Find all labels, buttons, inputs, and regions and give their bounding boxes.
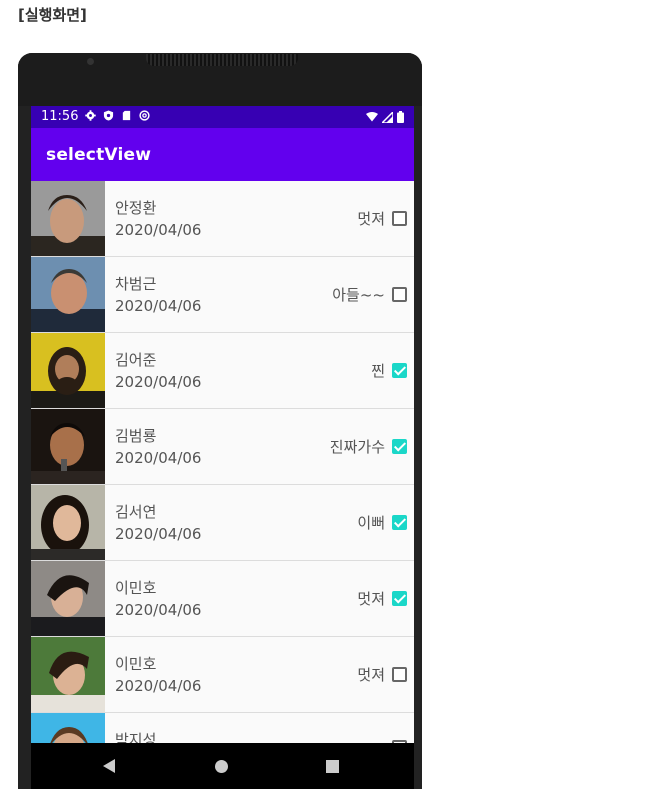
status-time: 11:56	[41, 109, 79, 124]
item-comment: 이뻐	[357, 514, 385, 532]
item-comment-group: 멋져	[357, 664, 407, 685]
item-date: 2020/04/06	[115, 297, 202, 315]
list-item[interactable]: 차범근 2020/04/06 아들~~	[31, 257, 414, 333]
item-comment-group: 멋져	[357, 588, 407, 609]
list-item[interactable]: 김어준 2020/04/06 찐	[31, 333, 414, 409]
profile-photo	[31, 257, 105, 332]
at-sign-icon	[139, 110, 150, 121]
item-list[interactable]: 안정환 2020/04/06 멋져 차범근 2020/04/06 아들~~ 김어…	[31, 181, 414, 789]
gear-icon	[85, 110, 96, 121]
sd-card-icon	[122, 110, 131, 121]
recents-icon[interactable]	[326, 760, 339, 773]
system-nav-bar	[31, 743, 414, 789]
list-item[interactable]: 안정환 2020/04/06 멋져	[31, 181, 414, 257]
page-caption: [실행화면]	[18, 6, 87, 24]
item-comment-group: 진짜가수	[330, 436, 407, 457]
item-comment-group: 찐	[371, 360, 407, 381]
status-system-icons	[366, 111, 404, 123]
profile-photo	[31, 181, 105, 256]
item-checkbox[interactable]	[392, 667, 407, 682]
item-checkbox[interactable]	[392, 439, 407, 454]
profile-photo	[31, 409, 105, 484]
item-checkbox[interactable]	[392, 591, 407, 606]
item-date: 2020/04/06	[115, 601, 202, 619]
item-name: 김범룡	[115, 427, 157, 445]
app-title: selectView	[46, 145, 152, 165]
wifi-icon	[366, 112, 378, 122]
phone-bezel	[18, 53, 422, 106]
item-date: 2020/04/06	[115, 221, 202, 239]
item-name: 김어준	[115, 351, 157, 369]
device-screen: 11:56 selectView 안정환 2020/04/06 멋져 차범근 2…	[31, 106, 414, 789]
item-comment-group: 이뻐	[357, 512, 407, 533]
list-item[interactable]: 김범룡 2020/04/06 진짜가수	[31, 409, 414, 485]
item-checkbox[interactable]	[392, 287, 407, 302]
item-date: 2020/04/06	[115, 373, 202, 391]
item-comment: 멋져	[357, 210, 385, 228]
list-item[interactable]: 이민호 2020/04/06 멋져	[31, 561, 414, 637]
list-item[interactable]: 이민호 2020/04/06 멋져	[31, 637, 414, 713]
item-comment: 멋져	[357, 666, 385, 684]
item-comment: 아들~~	[332, 286, 385, 304]
item-name: 이민호	[115, 655, 157, 673]
item-checkbox[interactable]	[392, 515, 407, 530]
profile-photo	[31, 333, 105, 408]
item-checkbox[interactable]	[392, 211, 407, 226]
front-camera	[87, 58, 94, 65]
status-notification-icons	[85, 110, 150, 121]
item-date: 2020/04/06	[115, 525, 202, 543]
item-name: 차범근	[115, 275, 157, 293]
item-name: 안정환	[115, 199, 157, 217]
item-comment-group: 아들~~	[332, 284, 407, 305]
item-comment: 진짜가수	[329, 438, 385, 456]
item-comment-group: 멋져	[357, 208, 407, 229]
shield-icon	[103, 110, 114, 121]
phone-frame: 11:56 selectView 안정환 2020/04/06 멋져 차범근 2…	[18, 53, 422, 789]
item-checkbox[interactable]	[392, 363, 407, 378]
profile-photo	[31, 485, 105, 560]
item-name: 김서연	[115, 503, 157, 521]
home-icon[interactable]	[215, 760, 228, 773]
earpiece-speaker	[146, 54, 298, 66]
back-icon[interactable]	[103, 759, 115, 773]
item-date: 2020/04/06	[115, 677, 202, 695]
profile-photo	[31, 561, 105, 636]
item-date: 2020/04/06	[115, 449, 202, 467]
app-bar: selectView	[31, 128, 414, 181]
status-bar: 11:56	[31, 106, 414, 128]
signal-icon	[382, 111, 393, 123]
item-comment: 멋져	[357, 590, 385, 608]
item-name: 이민호	[115, 579, 157, 597]
battery-icon	[397, 111, 404, 123]
item-comment: 찐	[371, 362, 385, 380]
list-item[interactable]: 김서연 2020/04/06 이뻐	[31, 485, 414, 561]
profile-photo	[31, 637, 105, 712]
